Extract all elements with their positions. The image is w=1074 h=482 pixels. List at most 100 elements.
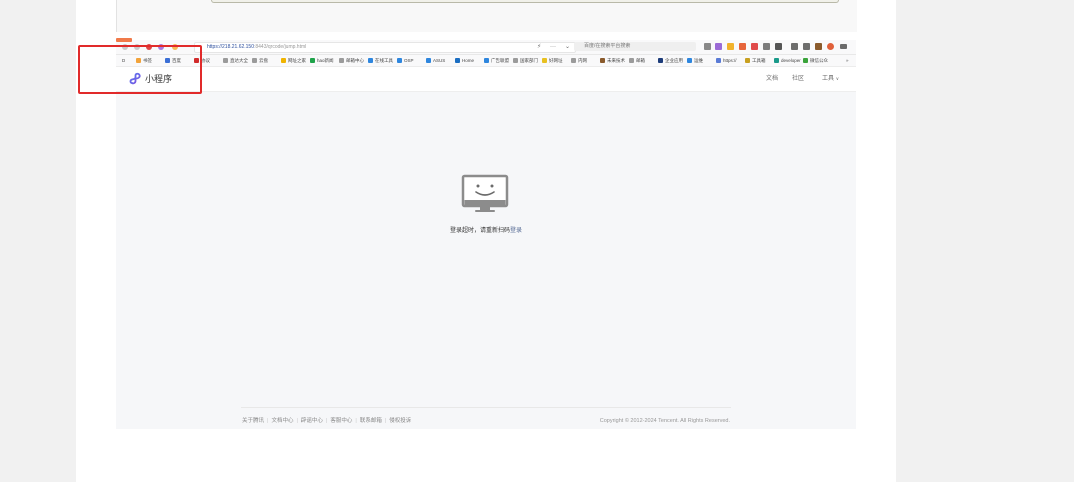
bookmark-label: OSP (404, 58, 414, 63)
bookmark-item[interactable]: 在线工具 (368, 55, 393, 66)
previous-screenshot-fragment (116, 0, 857, 32)
monitor-smiley-icon (461, 174, 509, 212)
footer-link[interactable]: 关于腾讯 (242, 418, 264, 424)
extension-purple-icon[interactable] (715, 43, 722, 50)
footer-links: 关于腾讯 | 文档中心 | 辟谣中心 | 客服中心 | 联系邮箱 | 侵权投诉 (242, 417, 411, 425)
bookmark-item[interactable]: hao新闻 (310, 55, 334, 66)
bookmark-item[interactable]: 国家部门 (513, 55, 538, 66)
bookmark-label: 广告联盟 (491, 58, 509, 63)
bookmark-icon (310, 58, 315, 64)
search-input[interactable]: 百度/在搜索平台搜索 (574, 42, 696, 51)
bookmarks-more-icon[interactable]: » (846, 55, 849, 66)
bookmark-item[interactable]: 运维 (687, 55, 703, 66)
footer-link[interactable]: 联系邮箱 (360, 418, 382, 424)
bookmark-label: 国家部门 (520, 58, 538, 63)
extension-grey-icon[interactable] (763, 43, 770, 50)
menu-icon[interactable] (840, 44, 847, 49)
url-host: https://218.21.62.150 (207, 44, 254, 50)
extension-orange-icon[interactable] (739, 43, 746, 50)
bookmark-icon (484, 58, 489, 64)
previous-screenshot-box (211, 0, 839, 3)
extension-yellow-icon[interactable] (727, 43, 734, 50)
bookmark-item[interactable]: 工具箱 (745, 55, 766, 66)
bookmark-label: 在线工具 (375, 58, 393, 63)
bookmark-icon (803, 58, 808, 64)
extension-red-icon[interactable] (751, 43, 758, 50)
annotation-mark (116, 38, 132, 42)
copyright: Copyright © 2012-2024 Tencent. All Right… (599, 418, 730, 424)
chevron-down-icon[interactable]: ⌄ (565, 43, 570, 52)
bookmark-item[interactable]: https:// (716, 55, 737, 66)
bookmark-icon (571, 58, 576, 64)
bookmark-icon (281, 58, 286, 64)
bookmark-label: https:// (723, 58, 737, 63)
browser-screenshot: https://218.21.62.150:8443/qrcode/jump.h… (116, 40, 856, 429)
footer-divider (241, 407, 731, 408)
bookmark-item[interactable]: Home (455, 55, 474, 66)
bookmark-item[interactable]: 企业应用 (658, 55, 683, 66)
bookmark-item[interactable]: 未来技术 (600, 55, 625, 66)
bookmark-item[interactable]: OSP (397, 55, 414, 66)
bookmark-label: 工具箱 (752, 58, 766, 63)
bookmark-item[interactable]: 微信公众 (803, 55, 828, 66)
download-icon[interactable] (791, 43, 798, 50)
bookmark-label: 运维 (694, 58, 703, 63)
search-placeholder: 百度/在搜索平台搜索 (584, 43, 631, 49)
bookmark-icon (716, 58, 721, 64)
nav-tools-label: 工具 (822, 76, 835, 82)
footer-separator: | (355, 418, 357, 424)
bookmark-label: 好网址 (549, 58, 563, 63)
bookmark-label: ASUS (433, 58, 446, 63)
nav-tools[interactable]: 工具 ∨ (822, 74, 839, 84)
browser-toolbar: https://218.21.62.150:8443/qrcode/jump.h… (116, 40, 856, 55)
bookmark-icon (223, 58, 228, 64)
bookmark-label: 直达大全 (230, 58, 248, 63)
bookmarks-bar: D 书签 百度 协议 直达大全 云盘 网址之家 hao新闻 邮箱中心 在线工具 OSP ASUS Ho… (116, 55, 856, 67)
bookmark-label: 企业应用 (665, 58, 683, 63)
bookmark-item[interactable]: 好网址 (542, 55, 563, 66)
bookmark-icon (339, 58, 344, 64)
bookmark-icon (542, 58, 547, 64)
bookmark-item[interactable]: 邮箱 (629, 55, 645, 66)
bookmark-item[interactable]: 网址之家 (281, 55, 306, 66)
footer-link[interactable]: 辟谣中心 (301, 418, 323, 424)
bookmark-item[interactable]: ASUS (426, 55, 445, 66)
footer-link[interactable]: 客服中心 (330, 418, 352, 424)
footer-link[interactable]: 文档中心 (271, 418, 293, 424)
puzzle-icon[interactable] (775, 43, 782, 50)
bookmark-label: Home (462, 58, 475, 63)
browser-logo-icon[interactable] (827, 43, 834, 50)
bookmark-label: 云盘 (259, 58, 268, 63)
bookmark-icon (600, 58, 605, 64)
bookmark-label: 未来技术 (607, 58, 625, 63)
bookmark-item[interactable]: 邮箱中心 (339, 55, 364, 66)
nav-community[interactable]: 社区 (792, 74, 804, 84)
bookmark-icon (455, 58, 460, 64)
more-icon[interactable]: ··· (550, 43, 556, 52)
bookmark-icon (745, 58, 750, 64)
bookmark-label: hao新闻 (317, 58, 334, 63)
undo-icon[interactable] (803, 43, 810, 50)
bookmark-item[interactable]: 内网 (571, 55, 587, 66)
login-link[interactable]: 登录 (510, 228, 522, 234)
nav-docs[interactable]: 文档 (766, 74, 778, 84)
footer-link[interactable]: 侵权投诉 (389, 418, 411, 424)
scissors-icon[interactable] (704, 43, 711, 50)
bookmark-icon (252, 58, 257, 64)
bookmark-label: 内网 (578, 58, 587, 63)
bookmark-item[interactable]: 广告联盟 (484, 55, 509, 66)
bookmark-icon (397, 58, 402, 64)
bookmark-icon (687, 58, 692, 64)
bookmark-label: 邮箱中心 (346, 58, 364, 63)
bookmark-item[interactable]: 直达大全 (223, 55, 248, 66)
address-bar[interactable]: https://218.21.62.150:8443/qrcode/jump.h… (194, 42, 576, 53)
bookmark-icon (513, 58, 518, 64)
lightning-icon[interactable]: ⚡ (537, 43, 541, 52)
bookmark-item[interactable]: 云盘 (252, 55, 268, 66)
bookmark-item[interactable]: developer (774, 55, 801, 66)
bookmark-icon (426, 58, 431, 64)
chevron-down-icon: ∨ (835, 76, 839, 81)
bookmark-label: 协议 (201, 58, 210, 63)
url-path: :8443/qrcode/jump.html (253, 44, 307, 50)
briefcase-icon[interactable] (815, 43, 822, 50)
